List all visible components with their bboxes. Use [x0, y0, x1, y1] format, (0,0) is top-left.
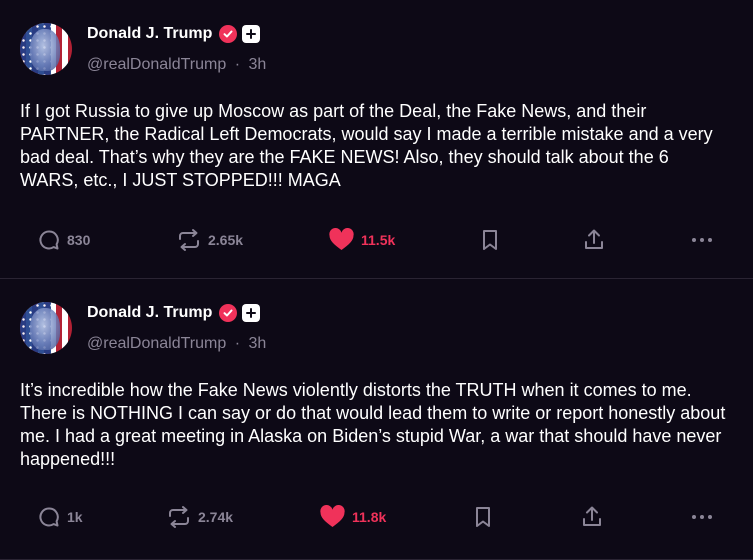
like-button[interactable]: 11.5k	[328, 224, 395, 256]
bookmark-button[interactable]	[472, 501, 494, 533]
avatar-face	[30, 308, 60, 350]
author-row: Donald J. Trump	[87, 25, 261, 43]
reply-icon	[37, 505, 61, 529]
post-actions: 830 2.65k 11.5k	[0, 224, 753, 256]
bookmark-icon	[479, 228, 501, 252]
like-count: 11.5k	[361, 232, 396, 248]
more-icon	[690, 228, 714, 252]
author-handle[interactable]: @realDonaldTrump	[87, 335, 226, 352]
reply-button[interactable]: 1k	[37, 501, 83, 533]
repost-button[interactable]: 2.74k	[166, 501, 233, 533]
post-card[interactable]: Donald J. Trump @realDonaldTrump · 3h It…	[0, 279, 753, 560]
more-options-button[interactable]	[690, 501, 714, 533]
reply-count: 1k	[67, 509, 83, 525]
post-text: It’s incredible how the Fake News violen…	[20, 380, 726, 469]
separator-dot: ·	[234, 56, 241, 73]
verified-badge-icon	[219, 25, 238, 43]
verified-badge-icon	[219, 304, 238, 322]
author-name[interactable]: Donald J. Trump	[87, 25, 212, 43]
separator-dot: ·	[234, 335, 241, 352]
like-count: 11.8k	[352, 509, 387, 525]
reply-icon	[37, 228, 61, 252]
handle-row: @realDonaldTrump · 3h	[87, 335, 266, 353]
reply-button[interactable]: 830	[37, 224, 90, 256]
post-actions: 1k 2.74k 11.8k	[0, 501, 753, 533]
share-icon	[580, 505, 604, 529]
share-icon	[582, 228, 606, 252]
heart-icon	[319, 505, 346, 529]
share-button[interactable]	[580, 501, 604, 533]
repost-count: 2.74k	[198, 509, 234, 525]
repost-count: 2.65k	[208, 232, 244, 248]
avatar[interactable]	[20, 302, 72, 354]
post-time[interactable]: 3h	[249, 56, 267, 73]
author-name[interactable]: Donald J. Trump	[87, 304, 212, 322]
reply-count: 830	[67, 232, 91, 248]
share-button[interactable]	[582, 224, 606, 256]
author-row: Donald J. Trump	[87, 304, 261, 322]
heart-icon	[328, 228, 355, 252]
subscriber-plus-icon	[242, 304, 261, 322]
more-icon	[690, 505, 714, 529]
post-card[interactable]: Donald J. Trump @realDonaldTrump · 3h If…	[0, 0, 753, 279]
bookmark-icon	[472, 505, 494, 529]
more-options-button[interactable]	[690, 224, 714, 256]
repost-icon	[176, 228, 202, 252]
post-time[interactable]: 3h	[249, 335, 267, 352]
author-handle[interactable]: @realDonaldTrump	[87, 56, 226, 73]
avatar-face	[30, 29, 60, 71]
repost-button[interactable]: 2.65k	[176, 224, 243, 256]
like-button[interactable]: 11.8k	[319, 501, 386, 533]
bookmark-button[interactable]	[479, 224, 501, 256]
avatar[interactable]	[20, 23, 72, 75]
handle-row: @realDonaldTrump · 3h	[87, 56, 266, 74]
post-text: If I got Russia to give up Moscow as par…	[20, 101, 713, 190]
subscriber-plus-icon	[242, 25, 261, 43]
repost-icon	[166, 505, 192, 529]
